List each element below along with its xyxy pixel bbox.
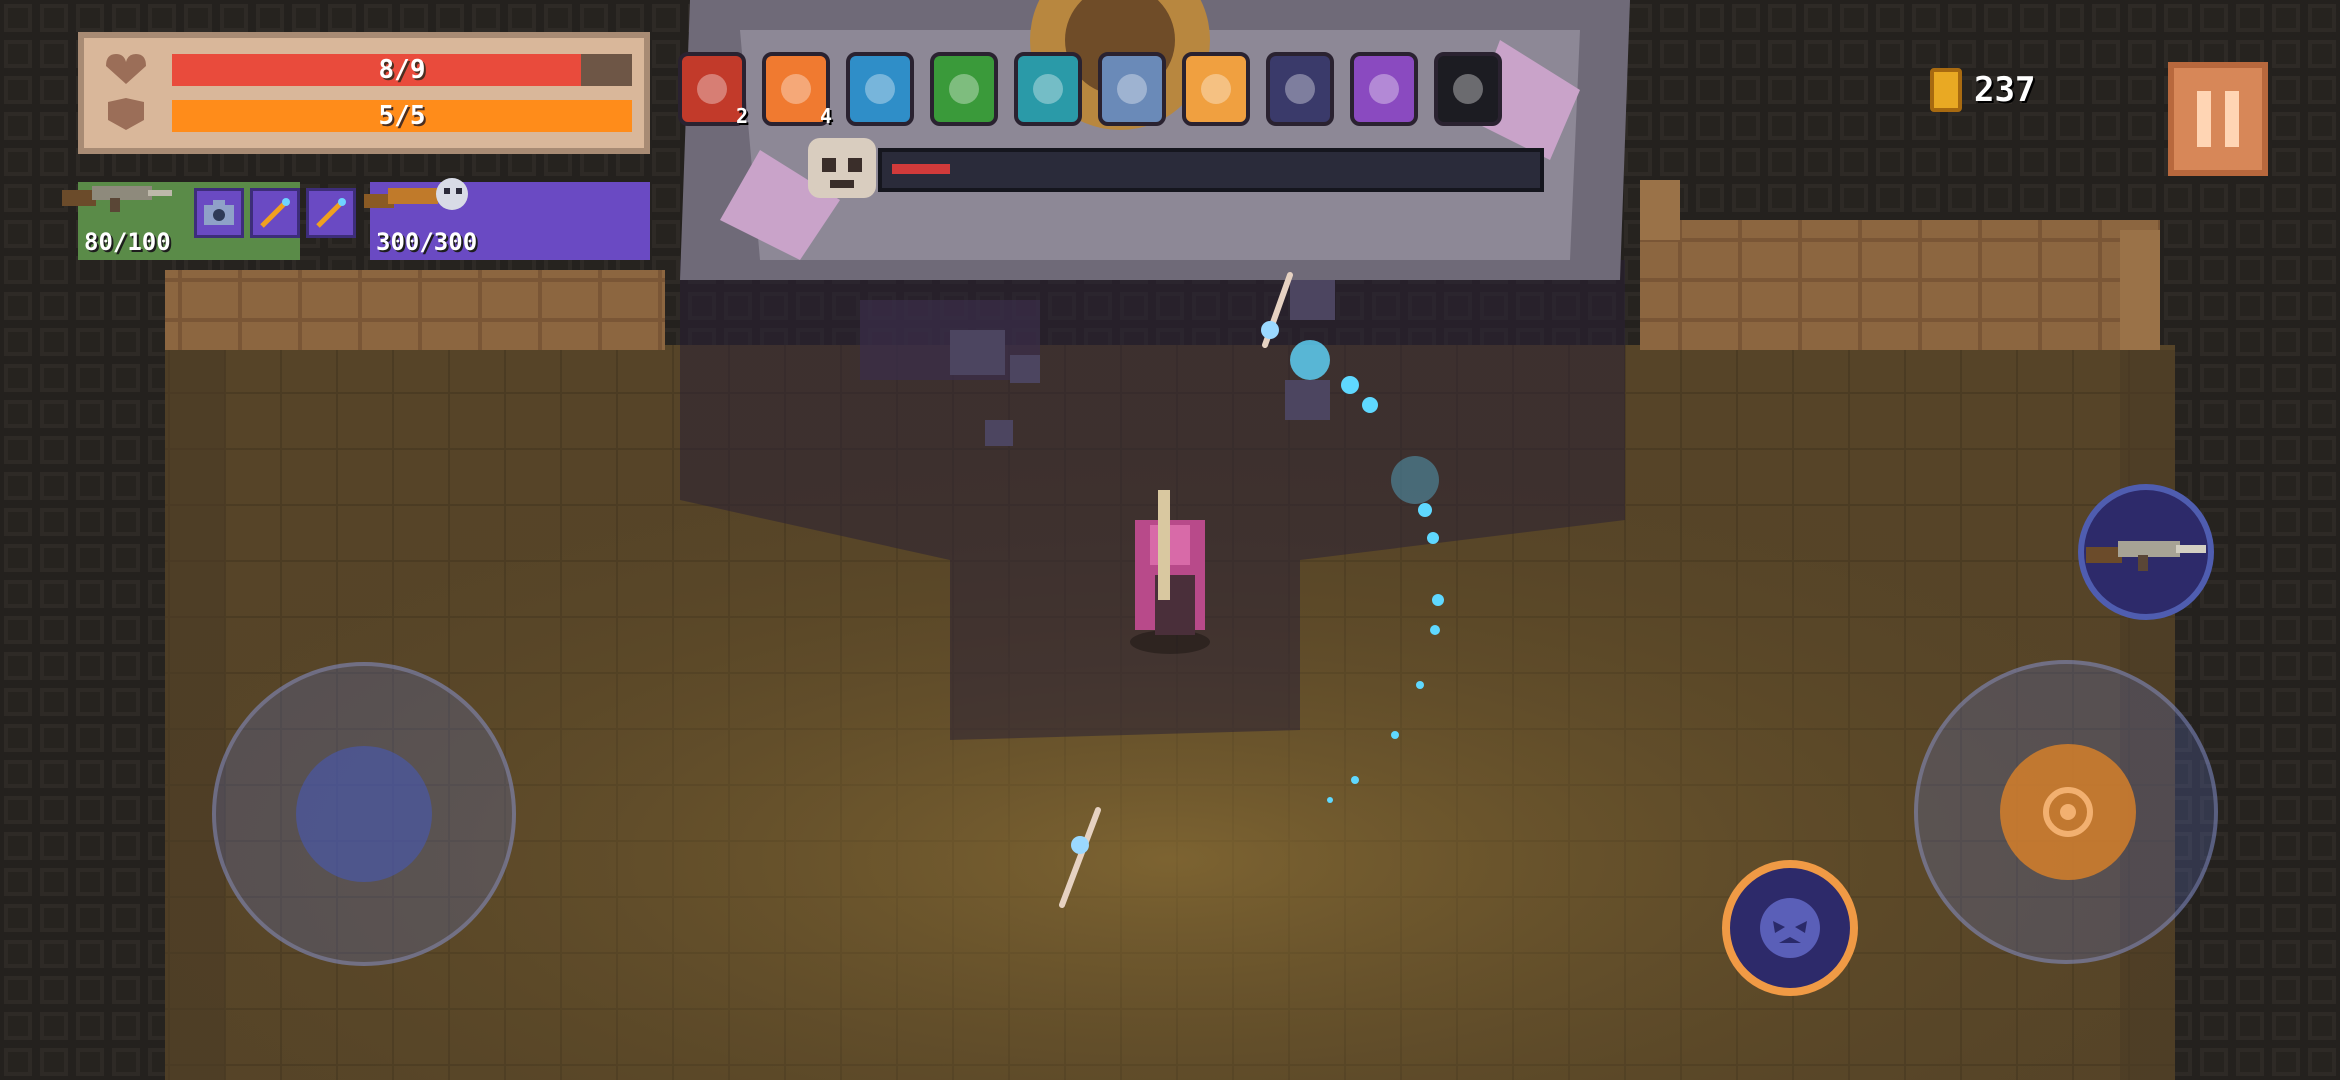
pause-icon	[2197, 91, 2211, 147]
rifle-swap-icon	[2086, 541, 2206, 571]
armor-bar: 5/5	[172, 100, 632, 132]
move-joystick[interactable]	[212, 662, 516, 966]
staff-chip-icon	[316, 198, 346, 228]
staff-chip-slot[interactable]	[250, 188, 300, 238]
purple-shell-buff-icon	[1350, 52, 1418, 126]
red-blade-buff-icon: 2	[678, 52, 748, 128]
skull-icon	[808, 138, 876, 198]
dark-mask-buff-icon	[1266, 52, 1334, 126]
armor-row: 5/5	[102, 98, 632, 132]
blade-tome-buff-icon	[1014, 52, 1082, 126]
boss-health-bar	[808, 138, 1544, 198]
pause-button[interactable]	[2168, 62, 2268, 176]
left-wall	[165, 270, 665, 350]
secondary-ammo: 300/300	[376, 228, 478, 256]
coin-counter: 237	[1930, 68, 2035, 112]
health-row: 8/9	[102, 52, 632, 86]
aim-joystick[interactable]	[1914, 660, 2218, 964]
skill-button[interactable]	[1722, 860, 1858, 996]
heart-icon	[106, 54, 146, 84]
health-bar: 8/9	[172, 54, 632, 86]
staff-chip-slot[interactable]	[306, 188, 356, 238]
green-gem-buff-icon	[930, 52, 998, 126]
camera-chip-icon	[204, 200, 234, 225]
attack-button[interactable]	[2000, 744, 2136, 880]
weapon-swap-button[interactable]	[2078, 484, 2214, 620]
move-joystick-knob[interactable]	[296, 746, 432, 882]
health-text: 8/9	[378, 55, 426, 85]
buff-count: 4	[819, 104, 832, 128]
boss-health-track	[878, 148, 1544, 192]
black-orb-buff-icon	[1434, 52, 1502, 126]
boss-health-fill	[892, 164, 950, 174]
flame-buff-icon: 4	[762, 52, 832, 128]
buff-count: 2	[735, 104, 748, 128]
stat-panel: 8/9 5/5	[78, 32, 650, 154]
staff-chip-icon	[260, 198, 290, 228]
orange-helmet-buff-icon	[1182, 52, 1250, 126]
coin-icon	[1930, 68, 1962, 112]
primary-ammo: 80/100	[84, 228, 171, 256]
armor-text: 5/5	[378, 101, 426, 131]
skill-demon-icon	[1760, 898, 1820, 958]
rifle-icon	[62, 186, 172, 212]
right-wall	[1640, 220, 2160, 350]
ice-tome-buff-icon	[846, 52, 914, 126]
crosshair-icon	[2043, 787, 2093, 837]
wind-orb-buff-icon	[1098, 52, 1166, 126]
shield-icon	[108, 98, 144, 130]
camera-chip-slot[interactable]	[194, 188, 244, 238]
skull-gun-icon	[364, 178, 468, 210]
secondary-weapon-slot[interactable]: 300/300	[364, 178, 650, 260]
coin-count: 237	[1974, 70, 2036, 110]
